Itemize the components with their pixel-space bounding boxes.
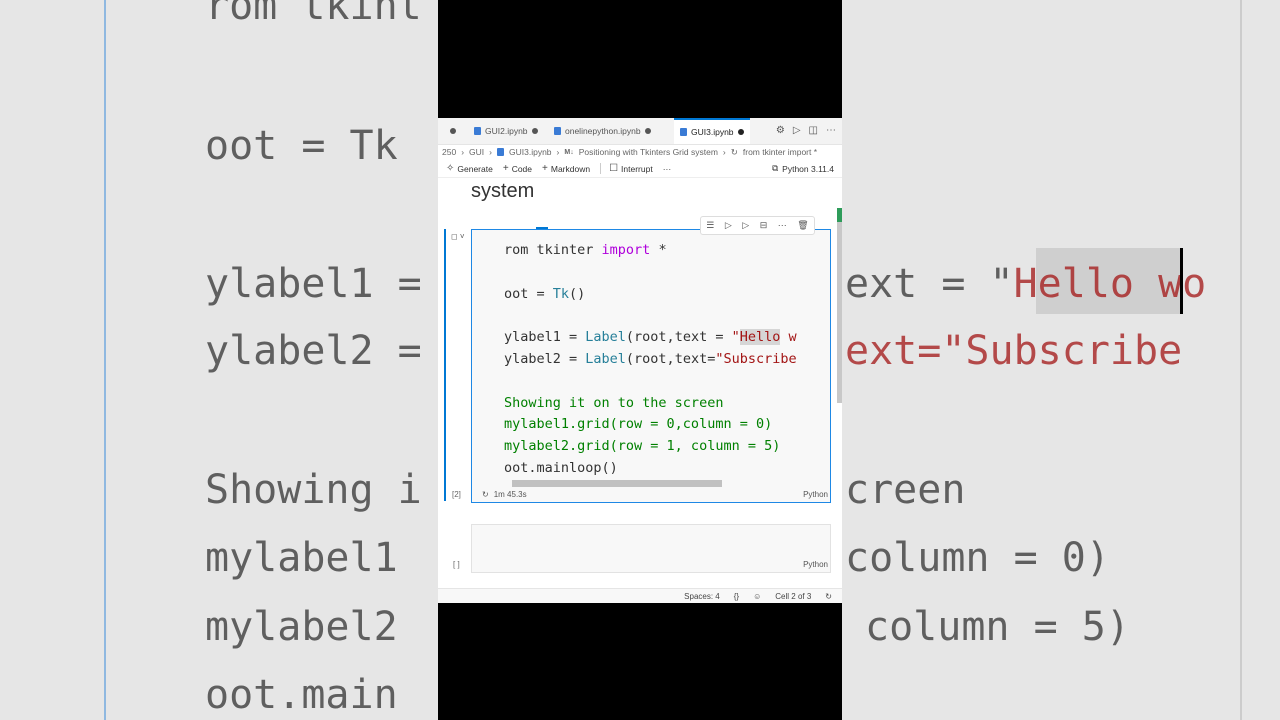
stop-icon: ☐ xyxy=(609,163,619,174)
dirty-dot-icon xyxy=(644,128,651,134)
add-markdown-cell-button[interactable]: + Markdown xyxy=(542,163,590,174)
empty-code-cell[interactable] xyxy=(471,524,831,573)
bg-code-line-3-left: ylabel1 = xyxy=(205,261,422,307)
bg-code-line-7-right: column = 5) xyxy=(865,604,1130,650)
notebook-icon xyxy=(680,128,687,136)
horizontal-scrollbar[interactable] xyxy=(512,480,722,487)
background-scrollbar xyxy=(1240,0,1242,720)
bg-code-line-8-left: oot.main xyxy=(205,672,398,718)
bg-code-line-6-left: mylabel1 xyxy=(205,535,398,581)
bg-code-line-2: oot = Tk xyxy=(205,123,398,169)
chevron-right-icon: › xyxy=(722,147,726,157)
tab-label: GUI3.ipynb xyxy=(691,127,734,137)
editor-actions: ⚙ ▷ ◫ ⋯ xyxy=(776,125,836,136)
breadcrumb-cell[interactable]: from tkinter import * xyxy=(743,147,817,157)
run-by-line-icon[interactable]: ☰ xyxy=(706,220,714,231)
dirty-dot-icon xyxy=(737,129,744,135)
dirty-dot-icon xyxy=(531,128,538,134)
breadcrumb: 250 › GUI › GUI3.ipynb › M↓ Positioning … xyxy=(438,144,842,160)
code-cell[interactable]: rom tkinter import * oot = Tk() ylabel1 … xyxy=(471,229,831,503)
tab-onelinepython[interactable]: onelinepython.ipynb xyxy=(548,118,657,144)
background-cell-border xyxy=(104,0,106,720)
split-editor-icon[interactable]: ◫ xyxy=(809,125,818,136)
breadcrumb-file[interactable]: GUI3.ipynb xyxy=(509,147,552,157)
execute-below-icon[interactable]: ▷ xyxy=(742,220,749,231)
delete-icon[interactable]: 🗑 xyxy=(797,220,808,231)
tab-label: onelinepython.ipynb xyxy=(565,126,641,136)
generate-button[interactable]: ✧ Generate xyxy=(446,163,493,174)
indentation-status[interactable]: Spaces: 4 xyxy=(684,592,720,601)
bg-code-line-5-left: Showing i xyxy=(205,467,422,513)
cell-focus-bar xyxy=(444,229,446,501)
vertical-scrollbar[interactable] xyxy=(837,208,842,403)
tab-gui2[interactable]: GUI2.ipynb xyxy=(444,118,544,144)
more-icon[interactable]: ⋯ xyxy=(826,125,836,136)
tab-gui3[interactable]: GUI3.ipynb xyxy=(674,118,750,144)
editor-tabbar: GUI2.ipynb onelinepython.ipynb GUI3.ipyn… xyxy=(438,118,842,145)
cell-language[interactable]: Python xyxy=(803,490,828,499)
notebook-toolbar: ✧ Generate + Code + Markdown ☐ Interrupt… xyxy=(438,160,842,178)
bg-code-line-5-right: creen xyxy=(845,467,966,513)
code-editor[interactable]: rom tkinter import * oot = Tk() ylabel1 … xyxy=(504,240,797,480)
cell-toolbar: ☰ ▷ ▷ ⊟ ⋯ 🗑 xyxy=(700,216,815,235)
cell-collapse-toggle[interactable]: ◻ ˅ xyxy=(451,232,465,241)
execution-count: [ ] xyxy=(453,560,460,569)
refresh-icon: ↻ xyxy=(730,146,738,157)
execute-above-icon[interactable]: ▷ xyxy=(725,220,732,231)
bg-code-line-6-right: column = 0) xyxy=(845,535,1110,581)
bg-code-line-7-left: mylabel2 xyxy=(205,604,398,650)
notebook-icon xyxy=(474,127,481,135)
interrupt-button[interactable]: ☐ Interrupt xyxy=(600,163,653,174)
cell-position-status[interactable]: Cell 2 of 3 xyxy=(775,592,811,601)
status-bar: Spaces: 4 {} ☺ Cell 2 of 3 ↻ xyxy=(438,588,842,603)
plus-icon: + xyxy=(542,163,548,174)
gear-icon[interactable]: ⚙ xyxy=(776,125,785,136)
cell-status: ↻ 1m 45.3s xyxy=(482,490,527,499)
chevron-right-icon: › xyxy=(461,147,465,157)
notebook-icon xyxy=(554,127,561,135)
notifications-icon[interactable]: ↻ xyxy=(825,592,832,601)
refresh-icon: ↻ xyxy=(482,490,489,499)
execution-count: [2] xyxy=(452,490,461,499)
markdown-icon: M↓ xyxy=(564,148,574,156)
bg-text-caret xyxy=(1180,248,1183,314)
cell-language[interactable]: Python xyxy=(803,560,828,569)
markdown-heading: system xyxy=(471,180,535,202)
language-status[interactable]: {} xyxy=(734,592,739,601)
chevron-right-icon: › xyxy=(489,147,492,157)
toolbar-more-button[interactable]: ··· xyxy=(663,164,672,174)
dirty-dot-icon xyxy=(450,128,456,134)
bg-code-line-1: rom tkint xyxy=(205,0,422,29)
bg-code-line-3-right: ext = "Hello wo xyxy=(845,261,1207,307)
breadcrumb-folder[interactable]: GUI xyxy=(469,147,484,157)
breadcrumb-root[interactable]: 250 xyxy=(442,147,456,157)
kernel-picker[interactable]: ⧉ Python 3.11.4 xyxy=(772,163,834,174)
vscode-window: GUI2.ipynb onelinepython.ipynb GUI3.ipyn… xyxy=(438,118,842,603)
plus-icon: + xyxy=(502,163,509,174)
sparkle-icon: ✧ xyxy=(446,163,455,174)
tab-label: GUI2.ipynb xyxy=(485,126,528,136)
chevron-right-icon: › xyxy=(556,147,560,157)
run-icon[interactable]: ▷ xyxy=(793,125,801,136)
scrollbar-marker xyxy=(837,208,842,222)
copilot-icon[interactable]: ☺ xyxy=(753,592,761,601)
more-icon[interactable]: ⋯ xyxy=(778,220,787,231)
split-cell-icon[interactable]: ⊟ xyxy=(760,220,768,231)
bg-code-line-4-left: ylabel2 = xyxy=(205,328,422,374)
breadcrumb-section[interactable]: Positioning with Tkinters Grid system xyxy=(579,147,718,157)
notebook-icon xyxy=(497,148,504,156)
execution-time: 1m 45.3s xyxy=(493,490,527,499)
kernel-icon: ⧉ xyxy=(772,163,779,173)
bg-code-line-4-right: ext="Subscribe xyxy=(845,328,1183,374)
add-code-cell-button[interactable]: + Code xyxy=(503,163,532,174)
